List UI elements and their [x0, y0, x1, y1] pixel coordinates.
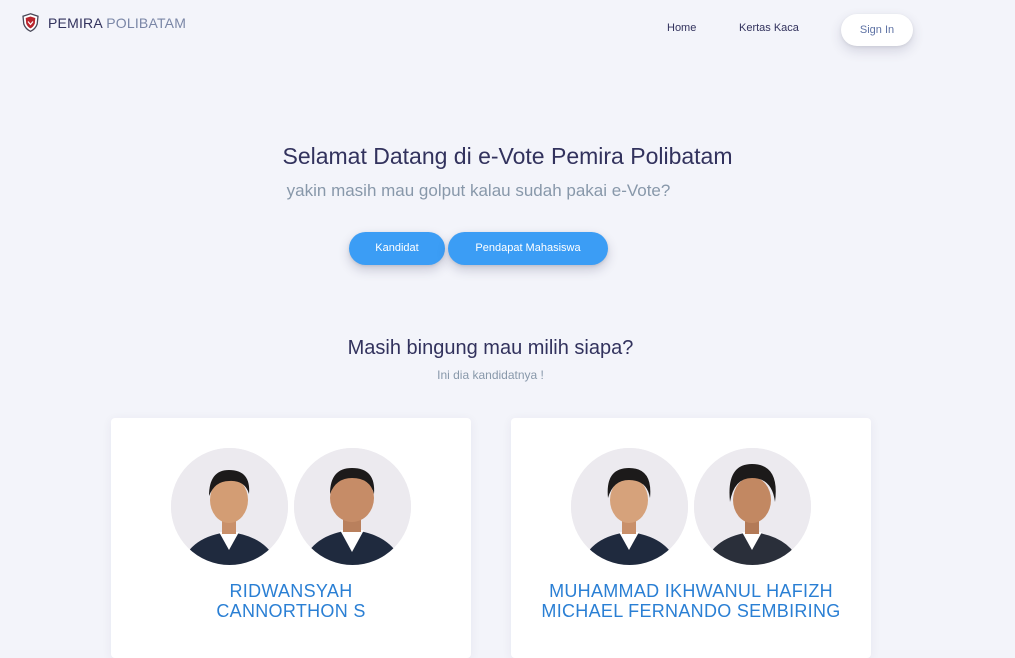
candidate-photo: [694, 448, 811, 565]
candidate-photo: [294, 448, 411, 565]
candidates-section-subtitle: Ini dia kandidatnya !: [437, 368, 544, 382]
hero-title: Selamat Datang di e-Vote Pemira Polibata…: [282, 143, 733, 169]
navbar: PEMIRA POLIBATAM Home Kertas Kaca Sign I…: [0, 0, 1015, 60]
candidate-card[interactable]: MUHAMMAD IKHWANUL HAFIZH MICHAEL FERNAND…: [511, 418, 871, 658]
pendapat-mahasiswa-button[interactable]: Pendapat Mahasiswa: [448, 232, 608, 265]
candidate-name: RIDWANSYAH: [229, 581, 353, 601]
person-photo-icon: [294, 448, 411, 565]
candidate-names: MUHAMMAD IKHWANUL HAFIZH MICHAEL FERNAND…: [511, 581, 871, 621]
nav-link-kertas-kaca[interactable]: Kertas Kaca: [739, 22, 799, 34]
candidate-photo: [171, 448, 288, 565]
nav-link-home[interactable]: Home: [667, 22, 696, 34]
candidate-name: MICHAEL FERNANDO SEMBIRING: [541, 601, 841, 621]
person-photo-icon: [171, 448, 288, 565]
brand-primary: PEMIRA: [48, 14, 103, 31]
person-photo-icon: [571, 448, 688, 565]
kandidat-button[interactable]: Kandidat: [349, 232, 445, 265]
shield-logo-icon: [22, 13, 39, 32]
sign-in-button[interactable]: Sign In: [841, 14, 913, 46]
candidate-name: MUHAMMAD IKHWANUL HAFIZH: [549, 581, 833, 601]
candidate-names: RIDWANSYAH CANNORTHON S: [111, 581, 471, 621]
person-photo-icon: [694, 448, 811, 565]
candidate-name: CANNORTHON S: [216, 601, 366, 621]
brand-link[interactable]: PEMIRA POLIBATAM: [22, 13, 186, 32]
brand-name: PEMIRA POLIBATAM: [48, 15, 186, 31]
brand-secondary: POLIBATAM: [106, 14, 187, 31]
hero-subtitle: yakin masih mau golput kalau sudah pakai…: [286, 181, 671, 200]
candidates-section-title: Masih bingung mau milih siapa?: [347, 337, 634, 359]
candidate-card[interactable]: RIDWANSYAH CANNORTHON S: [111, 418, 471, 658]
candidate-photo: [571, 448, 688, 565]
